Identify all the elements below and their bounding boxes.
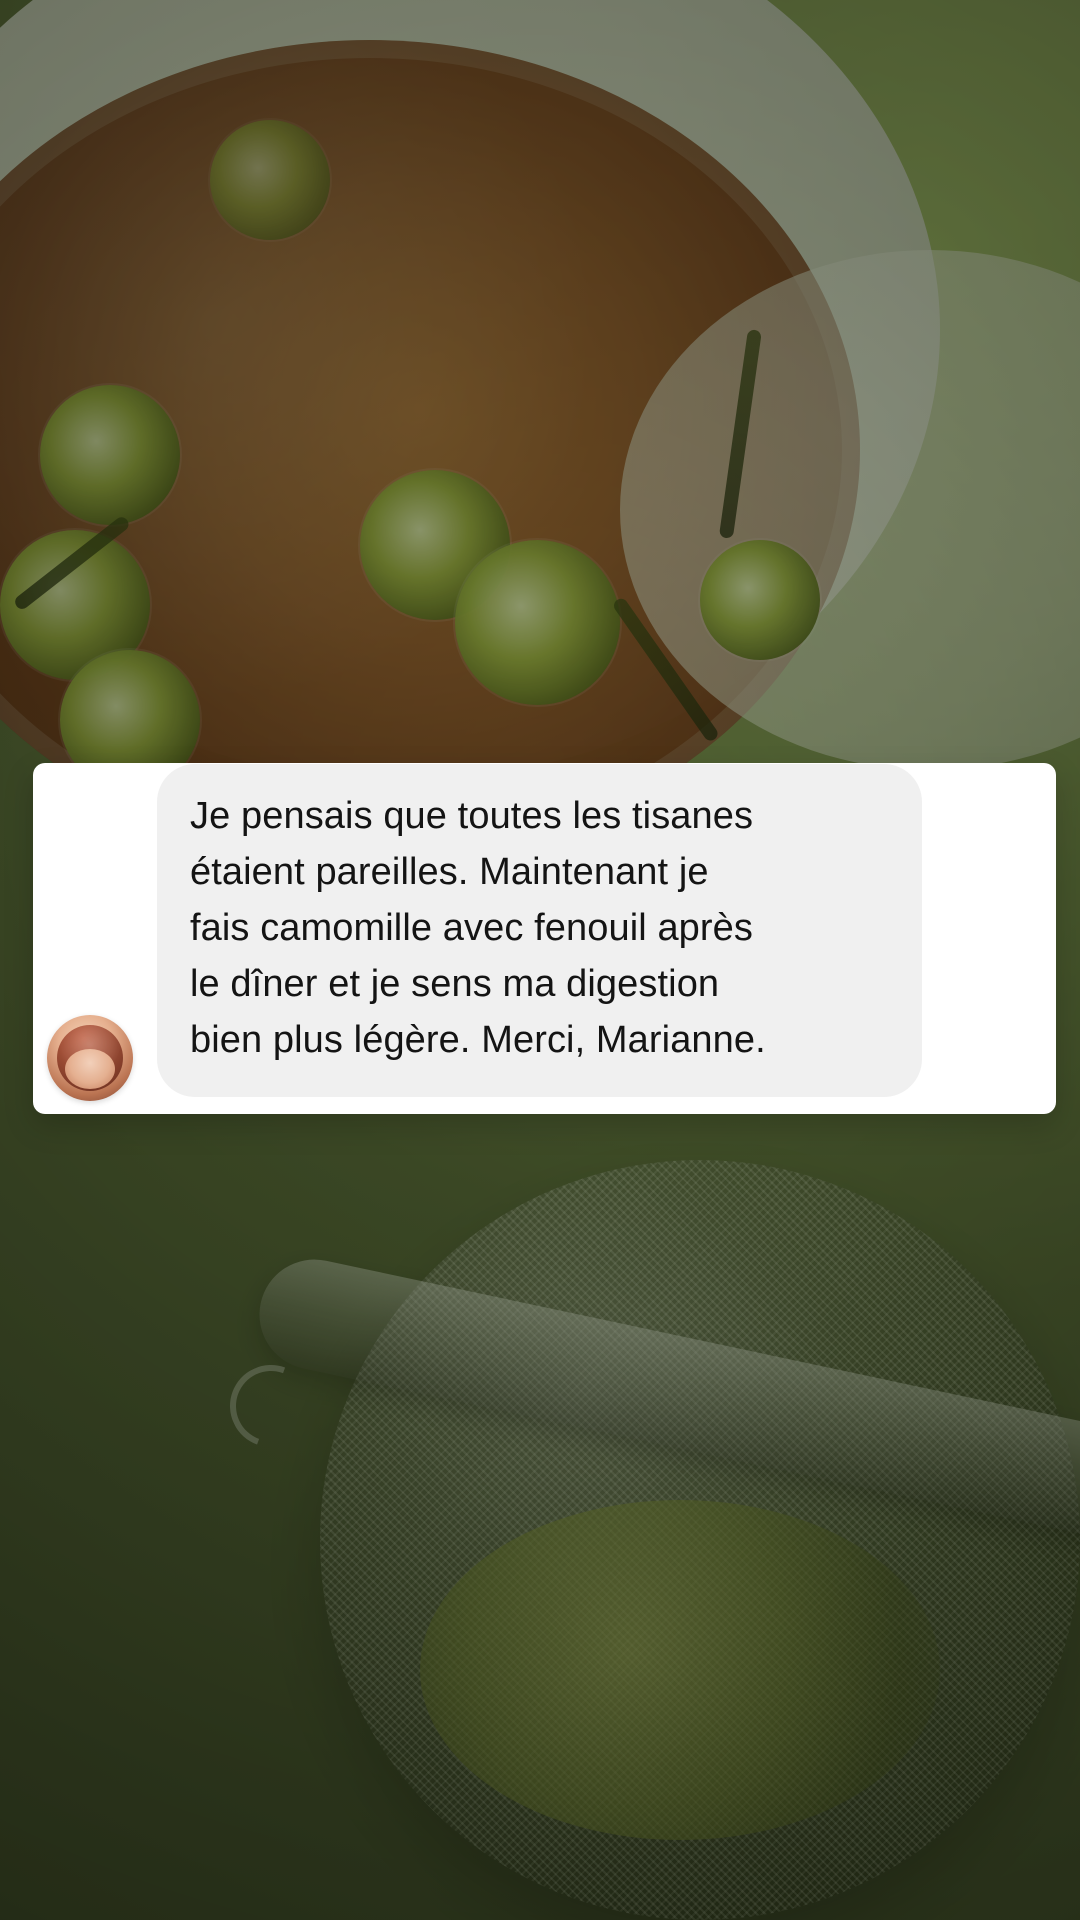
comment-text: Je pensais que toutes les tisanes étaien…	[190, 795, 766, 1061]
avatar[interactable]	[47, 1015, 133, 1101]
